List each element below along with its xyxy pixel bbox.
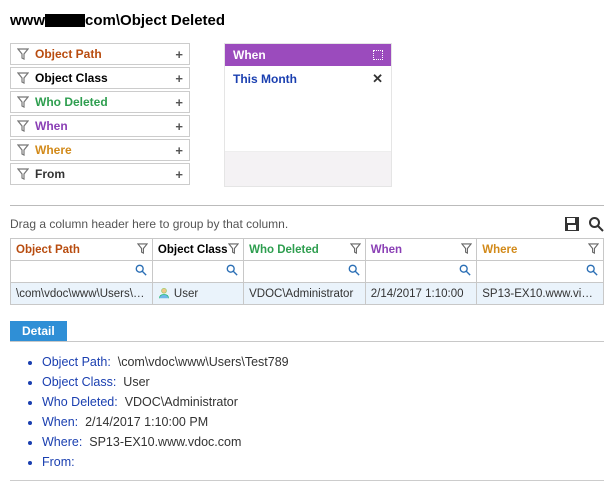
cell-object-class: User (152, 283, 243, 305)
expand-icon[interactable]: + (175, 119, 183, 134)
page-title: wwwcom\Object Deleted (10, 10, 604, 39)
search-icon[interactable] (588, 216, 604, 232)
column-filter-icon[interactable] (228, 243, 239, 254)
filter-row[interactable]: Who Deleted+ (10, 91, 190, 113)
detail-key: Who Deleted: (42, 395, 118, 409)
detail-item: Object Path: \com\vdoc\www\Users\Test789 (42, 352, 600, 372)
grid-filter-row (11, 261, 604, 283)
table-row[interactable]: \com\vdoc\www\Users\Test789 User VDOC\Ad… (11, 283, 604, 305)
filter-chip-this-month[interactable]: This Month ✕ (225, 66, 391, 92)
column-header[interactable]: Object Path (11, 239, 153, 261)
cell-who-deleted: VDOC\Administrator (244, 283, 366, 305)
divider (10, 205, 604, 206)
card-menu-icon[interactable] (373, 50, 383, 60)
detail-item: Who Deleted: VDOC\Administrator (42, 392, 600, 412)
detail-value: SP13-EX10.www.vdoc.com (89, 435, 241, 449)
detail-key: Where: (42, 435, 82, 449)
filter-label: Object Class (35, 71, 175, 85)
expand-icon[interactable]: + (175, 95, 183, 110)
cell-where: SP13-EX10.www.vic.com (477, 283, 604, 305)
detail-value: 2/14/2017 1:10:00 PM (85, 415, 208, 429)
search-icon[interactable] (459, 264, 471, 276)
column-header[interactable]: Object Class (152, 239, 243, 261)
column-header[interactable]: When (365, 239, 477, 261)
group-by-bar[interactable]: Drag a column header here to group by th… (10, 212, 604, 238)
column-label: Who Deleted (249, 244, 319, 256)
search-icon[interactable] (135, 264, 147, 276)
filter-chip-label: This Month (233, 72, 297, 86)
column-filter-icon[interactable] (461, 243, 472, 254)
expand-icon[interactable]: + (175, 71, 183, 86)
grid-header-row: Object Path Object Class Who Deleted When Wh… (11, 239, 604, 261)
remove-chip-icon[interactable]: ✕ (372, 71, 383, 87)
filter-row[interactable]: Object Path+ (10, 43, 190, 65)
detail-value: VDOC\Administrator (125, 395, 238, 409)
detail-item: From: (42, 452, 600, 472)
column-header[interactable]: Who Deleted (244, 239, 366, 261)
column-search-cell[interactable] (152, 261, 243, 283)
detail-value: User (123, 375, 149, 389)
column-filter-icon[interactable] (137, 243, 148, 254)
column-label: Where (482, 244, 517, 256)
filter-label: Who Deleted (35, 95, 175, 109)
detail-panel: Detail Object Path: \com\vdoc\www\Users\… (10, 321, 604, 481)
filter-row[interactable]: Where+ (10, 139, 190, 161)
detail-item: Object Class: User (42, 372, 600, 392)
expand-icon[interactable]: + (175, 167, 183, 182)
detail-key: Object Class: (42, 375, 116, 389)
detail-tab[interactable]: Detail (10, 321, 67, 341)
search-icon[interactable] (348, 264, 360, 276)
column-search-cell[interactable] (477, 261, 604, 283)
filter-row[interactable]: When+ (10, 115, 190, 137)
cell-object-path: \com\vdoc\www\Users\Test789 (11, 283, 153, 305)
cell-when: 2/14/2017 1:10:00 (365, 283, 477, 305)
column-filter-icon[interactable] (350, 243, 361, 254)
user-icon (158, 287, 170, 299)
results-grid: Object Path Object Class Who Deleted When Wh… (10, 238, 604, 305)
filter-label: When (35, 119, 175, 133)
column-filter-icon[interactable] (588, 243, 599, 254)
detail-item: Where: SP13-EX10.www.vdoc.com (42, 432, 600, 452)
column-label: Object Path (16, 244, 80, 256)
detail-item: When: 2/14/2017 1:10:00 PM (42, 412, 600, 432)
search-icon[interactable] (226, 264, 238, 276)
search-icon[interactable] (586, 264, 598, 276)
filter-card-title: When (233, 48, 266, 62)
detail-key: Object Path: (42, 355, 111, 369)
column-search-cell[interactable] (11, 261, 153, 283)
filter-row[interactable]: From+ (10, 163, 190, 185)
column-header[interactable]: Where (477, 239, 604, 261)
filter-list: Object Path+Object Class+Who Deleted+Whe… (10, 43, 190, 187)
column-label: When (371, 244, 402, 256)
filter-card-when: When This Month ✕ (224, 43, 392, 187)
expand-icon[interactable]: + (175, 143, 183, 158)
redacted-block (45, 14, 85, 27)
group-by-hint: Drag a column header here to group by th… (10, 217, 556, 231)
filter-label: Where (35, 143, 175, 157)
column-label: Object Class (158, 244, 228, 256)
filter-row[interactable]: Object Class+ (10, 67, 190, 89)
detail-key: From: (42, 455, 75, 469)
divider (10, 480, 604, 481)
column-search-cell[interactable] (244, 261, 366, 283)
filter-label: From (35, 167, 175, 181)
expand-icon[interactable]: + (175, 47, 183, 62)
detail-key: When: (42, 415, 78, 429)
detail-list: Object Path: \com\vdoc\www\Users\Test789… (14, 352, 600, 472)
detail-value: \com\vdoc\www\Users\Test789 (118, 355, 289, 369)
column-search-cell[interactable] (365, 261, 477, 283)
save-icon[interactable] (564, 216, 580, 232)
filter-card-header[interactable]: When (225, 44, 391, 66)
filter-label: Object Path (35, 47, 175, 61)
